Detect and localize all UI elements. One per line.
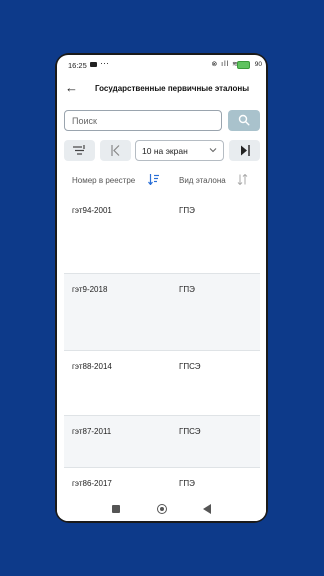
table-row[interactable]: гэт9-2018 ГПЭ — [64, 274, 260, 351]
filter-button[interactable] — [64, 140, 95, 161]
search-button[interactable] — [228, 110, 260, 131]
first-page-icon — [111, 145, 120, 156]
search-input[interactable]: Поиск — [64, 110, 222, 131]
filter-icon — [73, 145, 85, 155]
cell-standard-type: ГПСЭ — [179, 362, 201, 371]
last-page-icon — [241, 145, 250, 156]
back-arrow-icon[interactable]: ← — [65, 81, 78, 95]
cell-registry-number: гэт94-2001 — [72, 206, 112, 215]
more-notifications-icon: ··· — [100, 58, 109, 68]
table-row[interactable]: гэт94-2001 ГПЭ — [64, 195, 260, 274]
cell-registry-number: гэт88-2014 — [72, 362, 112, 371]
column-header-standard-type[interactable]: Вид эталона — [179, 176, 226, 185]
battery-icon — [237, 61, 250, 69]
table-row[interactable]: гэт87-2011 ГПСЭ — [64, 416, 260, 468]
per-page-value: 10 на экран — [142, 146, 188, 156]
last-page-button[interactable] — [229, 140, 260, 161]
status-time: 16:25 — [68, 61, 87, 70]
cell-standard-type: ГПСЭ — [179, 427, 201, 436]
page-title: Государственные первичные эталоны — [95, 84, 250, 93]
recent-apps-icon[interactable] — [112, 505, 120, 513]
status-bar: 16:25 ··· ⊗ ıll ≋ 90 — [57, 55, 266, 75]
cell-standard-type: ГПЭ — [179, 479, 195, 488]
per-page-select[interactable]: 10 на экран — [135, 140, 224, 161]
cell-standard-type: ГПЭ — [179, 206, 195, 215]
sort-descending-icon[interactable] — [148, 174, 159, 185]
youtube-notification-icon — [90, 62, 97, 67]
home-icon[interactable] — [157, 504, 167, 514]
system-navigation-bar — [57, 499, 266, 521]
signal-wifi-icons: ⊗ ıll ≋ — [211, 61, 239, 68]
cell-standard-type: ГПЭ — [179, 285, 195, 294]
column-header-registry-number[interactable]: Номер в реестре — [72, 176, 135, 185]
cell-registry-number: гэт86-2017 — [72, 479, 112, 488]
table-row[interactable]: гэт88-2014 ГПСЭ — [64, 351, 260, 416]
sort-unsorted-icon[interactable] — [237, 174, 248, 185]
app-screen: 16:25 ··· ⊗ ıll ≋ 90 ← Государственные п… — [57, 55, 266, 521]
search-icon — [238, 114, 250, 126]
battery-percent: 90 — [254, 61, 262, 68]
system-back-icon[interactable] — [203, 504, 211, 514]
chevron-down-icon — [209, 148, 217, 153]
cell-registry-number: гэт87-2011 — [72, 427, 112, 436]
first-page-button[interactable] — [100, 140, 131, 161]
table-header: Номер в реестре Вид эталона — [57, 167, 266, 193]
app-bar: ← Государственные первичные эталоны — [57, 77, 266, 101]
cell-registry-number: гэт9-2018 — [72, 285, 108, 294]
table-toolbar: 10 на экран — [57, 140, 266, 161]
